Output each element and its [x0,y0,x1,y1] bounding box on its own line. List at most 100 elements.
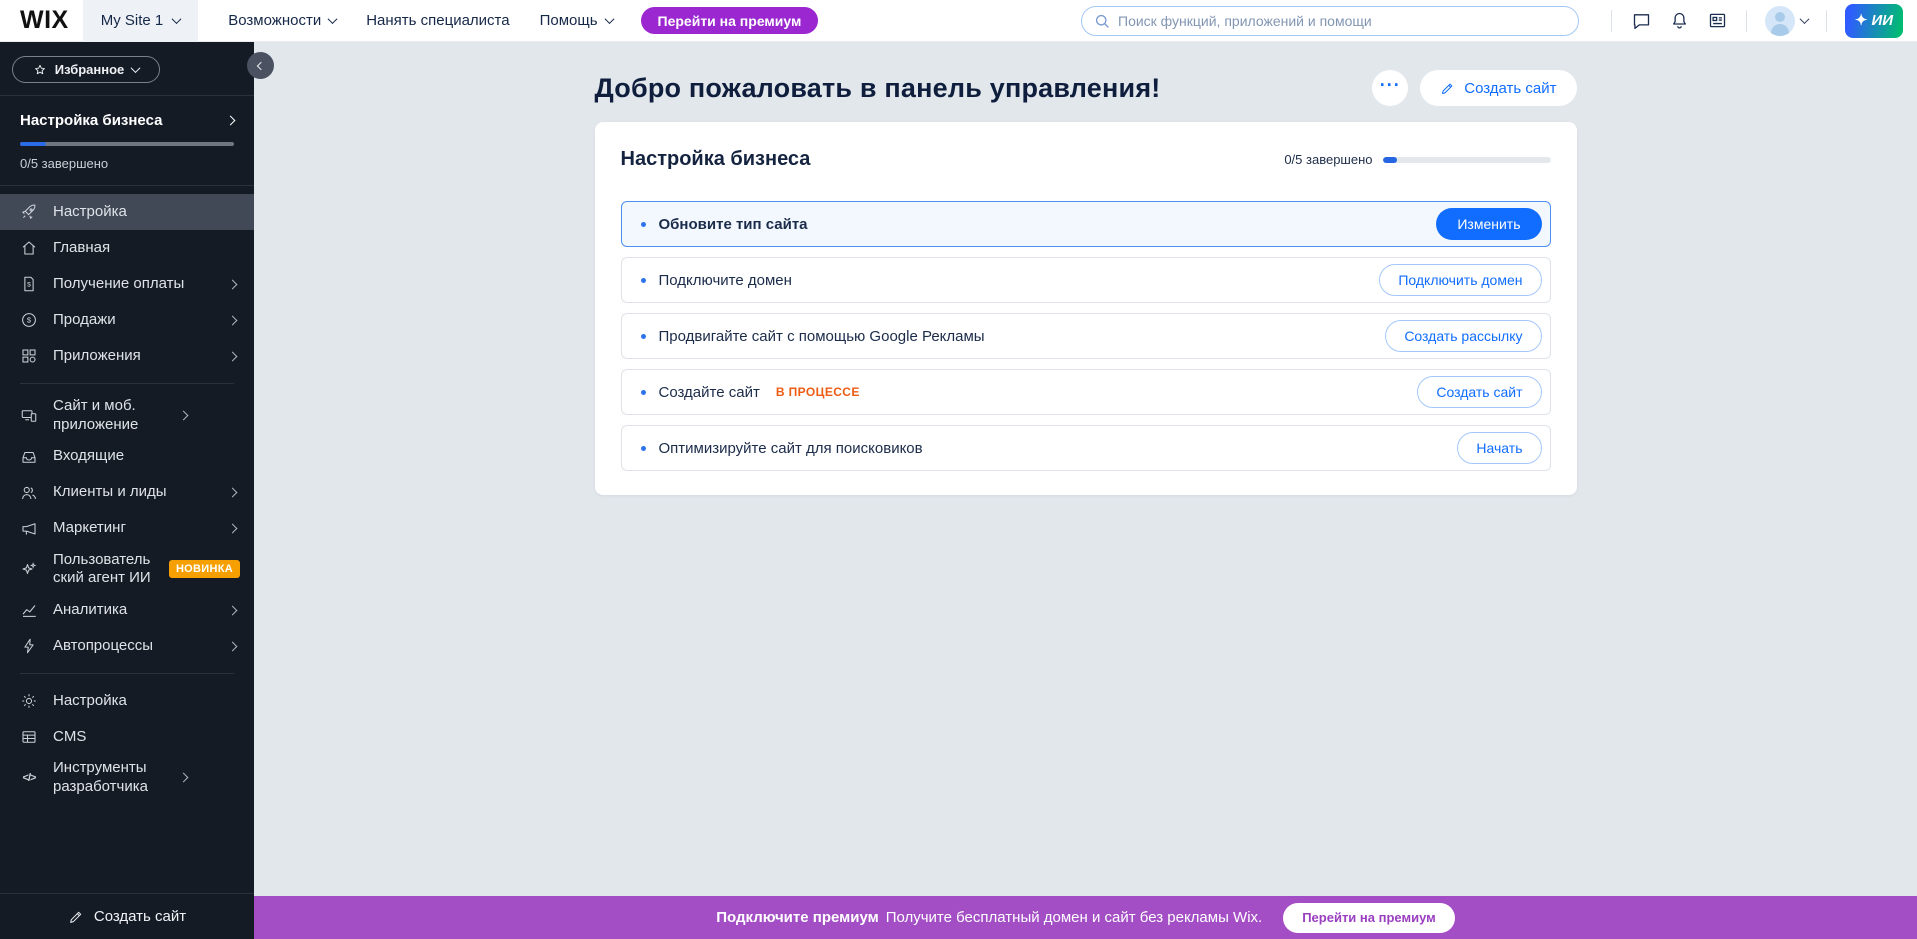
task-create-site-button[interactable]: Создать сайт [1417,376,1541,408]
chevron-right-icon [228,279,238,289]
sidebar-item-home[interactable]: Главная [0,230,254,266]
sidebar-item-label: Клиенты и лиды [53,483,214,502]
topbar: WIX My Site 1 Возможности Нанять специал… [0,0,1917,42]
sidebar-item-label: Аналитика [53,601,214,620]
favorites-dropdown[interactable]: Избранное [12,56,160,83]
task-row-seo[interactable]: Оптимизируйте сайт для поисковиков Начат… [621,425,1551,471]
task-create-campaign-button[interactable]: Создать рассылку [1385,320,1541,352]
ai-sparkle-icon [20,560,38,578]
task-change-button[interactable]: Изменить [1436,208,1541,240]
sidebar-item-label: Пользовательский агент ИИ [53,551,154,589]
favorites-label: Избранное [55,62,125,77]
bullet-icon [641,446,646,451]
business-setup-widget[interactable]: Настройка бизнеса 0/5 завершено [0,96,254,185]
sidebar-item-setup[interactable]: Настройка [0,194,254,230]
task-start-button[interactable]: Начать [1457,432,1541,464]
nav-label: Помощь [540,12,598,29]
code-icon: </> [20,769,38,787]
nav-opportunities[interactable]: Возможности [228,12,336,29]
main-content: Добро пожаловать в панель управления! ··… [254,42,1917,939]
home-icon [20,239,38,257]
wix-dashboard: WIX My Site 1 Возможности Нанять специал… [0,0,1917,939]
sidebar-item-ai-agent[interactable]: Пользовательский агент ИИ НОВИНКА [0,547,254,593]
banner-premium-button[interactable]: Перейти на премиум [1283,903,1455,933]
sidebar-item-label: Входящие [53,447,240,466]
page-header: Добро пожаловать в панель управления! ··… [595,70,1577,106]
bullet-icon [641,222,646,227]
svg-text:$: $ [27,282,31,289]
sidebar-item-cms[interactable]: CMS [0,719,254,755]
premium-banner: Подключите премиум Получите бесплатный д… [254,896,1917,939]
setup-progress-label: 0/5 завершено [20,156,234,171]
line-chart-icon [20,601,38,619]
new-badge: НОВИНКА [169,560,240,578]
sidebar: Избранное Настройка бизнеса 0/5 завершен… [0,42,254,939]
ai-assistant-button[interactable]: ✦ ИИ [1845,4,1903,38]
sidebar-item-sales[interactable]: $ Продажи [0,302,254,338]
sidebar-item-label: CMS [53,728,240,747]
inbox-icon [20,448,38,466]
chevron-right-icon [228,605,238,615]
upgrade-premium-button[interactable]: Перейти на премиум [641,7,819,34]
sidebar-item-settings[interactable]: Настройка [0,683,254,719]
sidebar-item-apps[interactable]: Приложения [0,338,254,374]
apps-grid-icon [20,347,38,365]
star-icon [33,63,47,77]
search-input[interactable] [1081,6,1579,36]
news-feed-icon[interactable] [1698,2,1736,40]
account-menu[interactable] [1765,6,1808,36]
ai-button-label: ИИ [1872,12,1894,29]
chevron-down-icon [1800,14,1810,24]
notifications-bell-icon[interactable] [1660,2,1698,40]
sidebar-collapse-button[interactable] [247,52,274,79]
task-label: Продвигайте сайт с помощью Google Реклам… [659,328,985,345]
chevron-right-icon [226,116,236,126]
banner-bold-text: Подключите премиум [716,909,878,926]
card-progress-bar [1383,157,1551,163]
invoice-dollar-icon: $ [20,275,38,293]
sidebar-item-inbox[interactable]: Входящие [0,439,254,475]
sidebar-item-site-and-app[interactable]: Сайт и моб. приложение [0,393,254,439]
task-row-update-site-type[interactable]: Обновите тип сайта Изменить [621,201,1551,247]
sidebar-item-label: Настройка [53,692,240,711]
chevron-right-icon [228,315,238,325]
setup-progress-bar [20,142,234,146]
sidebar-create-site-button[interactable]: Создать сайт [0,893,254,939]
chevron-right-icon [228,488,238,498]
sidebar-item-marketing[interactable]: Маркетинг [0,511,254,547]
sidebar-item-dev-tools[interactable]: </> Инструменты разработчика [0,755,254,801]
nav-help[interactable]: Помощь [540,12,613,29]
divider [1746,10,1747,32]
chevron-left-icon [256,61,264,69]
chevron-right-icon [179,411,189,421]
topbar-right: ✦ ИИ [1081,2,1903,40]
pencil-icon [68,909,84,925]
site-menu[interactable]: My Site 1 [83,0,199,42]
chevron-down-icon [604,14,614,24]
sidebar-item-label: Настройка [53,203,240,222]
nav-hire-professional[interactable]: Нанять специалиста [366,12,509,29]
task-connect-domain-button[interactable]: Подключить домен [1379,264,1541,296]
sidebar-item-label: Главная [53,239,240,258]
more-actions-button[interactable]: ··· [1372,70,1408,106]
task-label: Оптимизируйте сайт для поисковиков [659,440,923,457]
task-row-create-site[interactable]: Создайте сайт В ПРОЦЕССЕ Создать сайт [621,369,1551,415]
sidebar-item-label: Автопроцессы [53,637,214,656]
create-site-button[interactable]: Создать сайт [1420,70,1576,106]
dollar-circle-icon: $ [20,311,38,329]
divider [1826,10,1827,32]
sidebar-item-analytics[interactable]: Аналитика [0,592,254,628]
site-menu-label: My Site 1 [101,12,164,29]
task-label: Подключите домен [659,272,792,289]
search-box [1081,6,1579,36]
sidebar-item-payments[interactable]: $ Получение оплаты [0,266,254,302]
nav-label: Возможности [228,12,321,29]
nav-label: Нанять специалиста [366,12,509,29]
sidebar-item-contacts[interactable]: Клиенты и лиды [0,475,254,511]
people-icon [20,484,38,502]
task-row-google-ads[interactable]: Продвигайте сайт с помощью Google Реклам… [621,313,1551,359]
chat-icon[interactable] [1622,2,1660,40]
sidebar-item-automations[interactable]: Автопроцессы [0,628,254,664]
task-row-connect-domain[interactable]: Подключите домен Подключить домен [621,257,1551,303]
megaphone-icon [20,520,38,538]
